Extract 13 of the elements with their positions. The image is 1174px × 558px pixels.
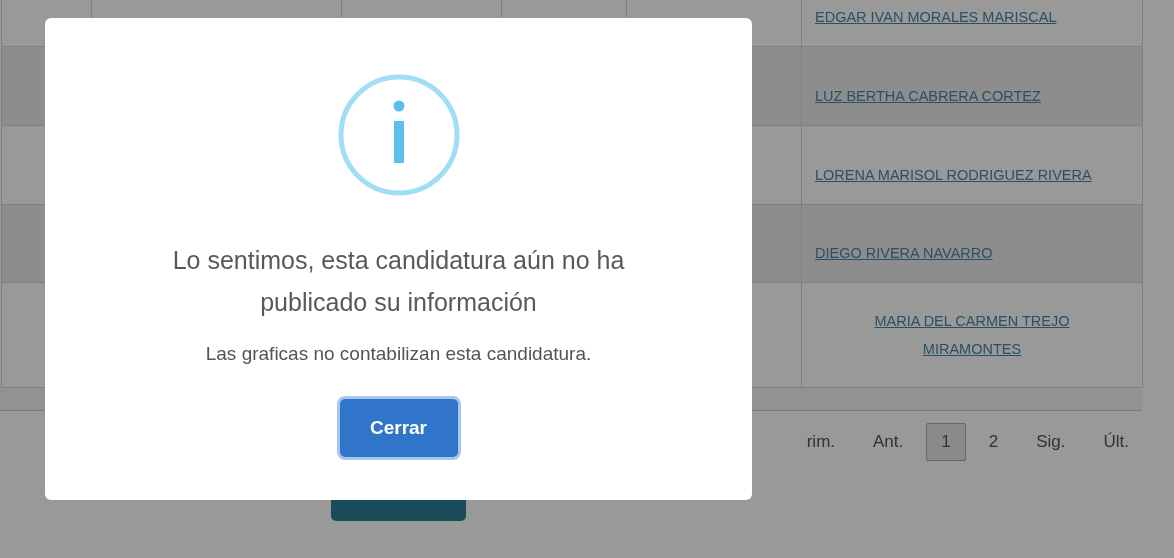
page-link[interactable]: rim. xyxy=(791,423,850,461)
page-link[interactable]: 2 xyxy=(973,423,1014,461)
page-link[interactable]: Sig. xyxy=(1021,423,1081,461)
page-link[interactable]: 1 xyxy=(926,423,966,461)
info-icon xyxy=(336,73,461,197)
close-button[interactable]: Cerrar xyxy=(339,399,458,457)
dialog-title: Lo sentimos, esta candidatura aún no ha publicado su información xyxy=(171,245,626,318)
candidate-link[interactable]: LORENA MARISOL RODRIGUEZ RIVERA xyxy=(815,167,1092,183)
candidate-link[interactable]: DIEGO RIVERA NAVARRO xyxy=(815,245,993,261)
page-link[interactable]: Últ. xyxy=(1088,423,1144,461)
page-link[interactable]: Ant. xyxy=(858,423,919,461)
dialog-message: Las graficas no contabilizan esta candidatura. xyxy=(205,343,592,365)
candidate-link[interactable]: LUZ BERTHA CABRERA CORTEZ xyxy=(815,88,1041,104)
